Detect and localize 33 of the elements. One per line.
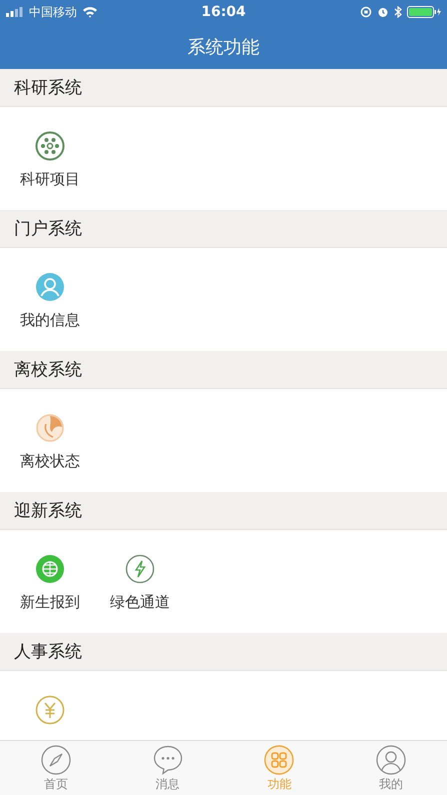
section-header: 门户系统 [0, 210, 447, 248]
function-label: 我的信息 [20, 311, 80, 330]
globe-icon[interactable] [35, 554, 65, 584]
rotation-lock-icon [360, 6, 372, 18]
section-header: 科研系统 [0, 69, 447, 107]
grid-icon [264, 745, 294, 775]
function-label: 科研项目 [20, 170, 80, 189]
tab[interactable]: 功能 [224, 741, 336, 795]
atom-icon[interactable] [35, 131, 65, 161]
function-label: 离校状态 [20, 452, 80, 471]
bluetooth-icon [394, 6, 402, 18]
wifi-icon [82, 6, 98, 18]
swirl-icon[interactable] [35, 413, 65, 443]
alarm-icon [377, 6, 389, 18]
compass-icon [40, 745, 71, 775]
yen-icon[interactable] [35, 695, 65, 725]
status-time: 16:04 [201, 4, 246, 20]
tab[interactable]: 我的 [335, 741, 447, 795]
chat-bubble-icon [152, 745, 183, 775]
tab[interactable]: 消息 [112, 741, 224, 795]
user-icon [376, 745, 406, 775]
section-header: 离校系统 [0, 351, 447, 389]
page-title: 系统功能 [188, 36, 260, 58]
lightning-icon[interactable] [125, 554, 155, 584]
section-header: 人事系统 [0, 633, 447, 671]
carrier-name: 中国移动 [29, 4, 77, 20]
user-icon[interactable] [35, 272, 65, 302]
tab[interactable]: 首页 [0, 741, 112, 795]
function-label: 新生报到 [20, 593, 80, 612]
battery-icon [407, 6, 441, 18]
section-header: 迎新系统 [0, 492, 447, 530]
signal-icon [6, 7, 24, 17]
function-label: 绿色通道 [110, 593, 170, 612]
